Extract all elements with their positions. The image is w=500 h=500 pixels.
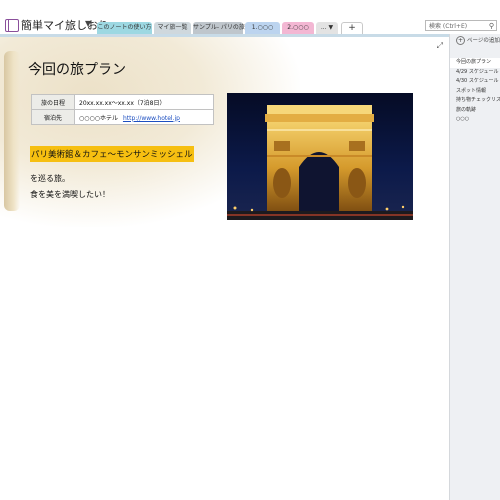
page-list: 今回の旅プラン 4/29 スケジュール 4/30 スケジュール スポット情報 持… xyxy=(450,58,500,125)
hotel-name: ○○○○ホテル xyxy=(79,114,118,122)
table-header-cell[interactable]: 宿泊先 xyxy=(31,109,75,125)
arc-de-triomphe-photo[interactable] xyxy=(227,93,413,220)
page-item-placeholder[interactable]: ○○○ xyxy=(450,115,500,125)
tab-section-2[interactable]: 2.○○○ xyxy=(282,22,314,34)
page-title[interactable]: 今回の旅プラン xyxy=(28,59,126,79)
page-item-schedule-0429[interactable]: 4/29 スケジュール xyxy=(450,68,500,78)
search-placeholder: 検索 (Ctrl+E) xyxy=(429,23,468,30)
page-item-schedule-0430[interactable]: 4/30 スケジュール xyxy=(450,77,500,87)
table-value-cell[interactable]: ○○○○ホテル http://www.hotel.jp xyxy=(74,109,214,125)
tab-section-1[interactable]: 1.○○○ xyxy=(245,22,280,34)
notebook-icon[interactable] xyxy=(5,19,19,32)
table-header-cell[interactable]: 旅の日程 xyxy=(31,94,75,110)
trip-info-table: 旅の日程 20xx.xx.xx〜xx.xx（7泊8日） 宿泊先 ○○○○ホテル h… xyxy=(31,94,214,125)
table-row: 旅の日程 20xx.xx.xx〜xx.xx（7泊8日） xyxy=(31,94,214,110)
plus-circle-icon: + xyxy=(456,36,465,45)
page-item-spot-info[interactable]: スポット情報 xyxy=(450,87,500,97)
page-item-journey[interactable]: 旅の軌跡 xyxy=(450,106,500,116)
page-item-checklist[interactable]: 持ち物チェックリスト xyxy=(450,96,500,106)
table-value-cell[interactable]: 20xx.xx.xx〜xx.xx（7泊8日） xyxy=(74,94,214,110)
body-text-line[interactable]: を巡る旅。 xyxy=(30,173,70,184)
table-row: 宿泊先 ○○○○ホテル http://www.hotel.jp xyxy=(31,109,214,125)
page-item-trip-plan[interactable]: 今回の旅プラン xyxy=(450,58,500,68)
add-page-button[interactable]: + ページの追加 xyxy=(456,36,500,45)
search-input[interactable]: 検索 (Ctrl+E) ⚲ xyxy=(425,20,497,31)
tab-sample-paris[interactable]: サンプル- パリの旅 xyxy=(193,22,245,34)
expand-icon[interactable]: ⤢ xyxy=(437,41,443,51)
chevron-down-icon[interactable]: ▼ xyxy=(85,19,91,28)
body-text-line[interactable]: 食を美を満喫したい！ xyxy=(30,189,110,200)
add-section-button[interactable]: + xyxy=(341,22,363,34)
hotel-link[interactable]: http://www.hotel.jp xyxy=(123,115,180,122)
page-canvas[interactable]: ⤢ 今回の旅プラン 旅の日程 20xx.xx.xx〜xx.xx（7泊8日） 宿泊… xyxy=(0,37,449,500)
search-icon[interactable]: ⚲ xyxy=(489,21,494,32)
page-list-pane: + ページの追加 今回の旅プラン 4/29 スケジュール 4/30 スケジュール … xyxy=(449,34,500,500)
tab-more[interactable]: ... ▼ xyxy=(316,22,338,34)
highlighted-text[interactable]: パリ美術館＆カフェ〜モンサンミッシェル xyxy=(30,146,194,162)
top-bar: 簡単マイ旅しおり ▼ このノートの使い方 マイ旅一覧 サンプル- パリの旅 1.… xyxy=(0,0,500,34)
tab-how-to-use[interactable]: このノートの使い方 xyxy=(97,22,152,34)
tab-my-trips[interactable]: マイ旅一覧 xyxy=(154,22,191,34)
notebook-title[interactable]: 簡単マイ旅しおり xyxy=(21,17,109,33)
scroll-decoration xyxy=(4,51,20,211)
add-page-label: ページの追加 xyxy=(467,38,500,44)
